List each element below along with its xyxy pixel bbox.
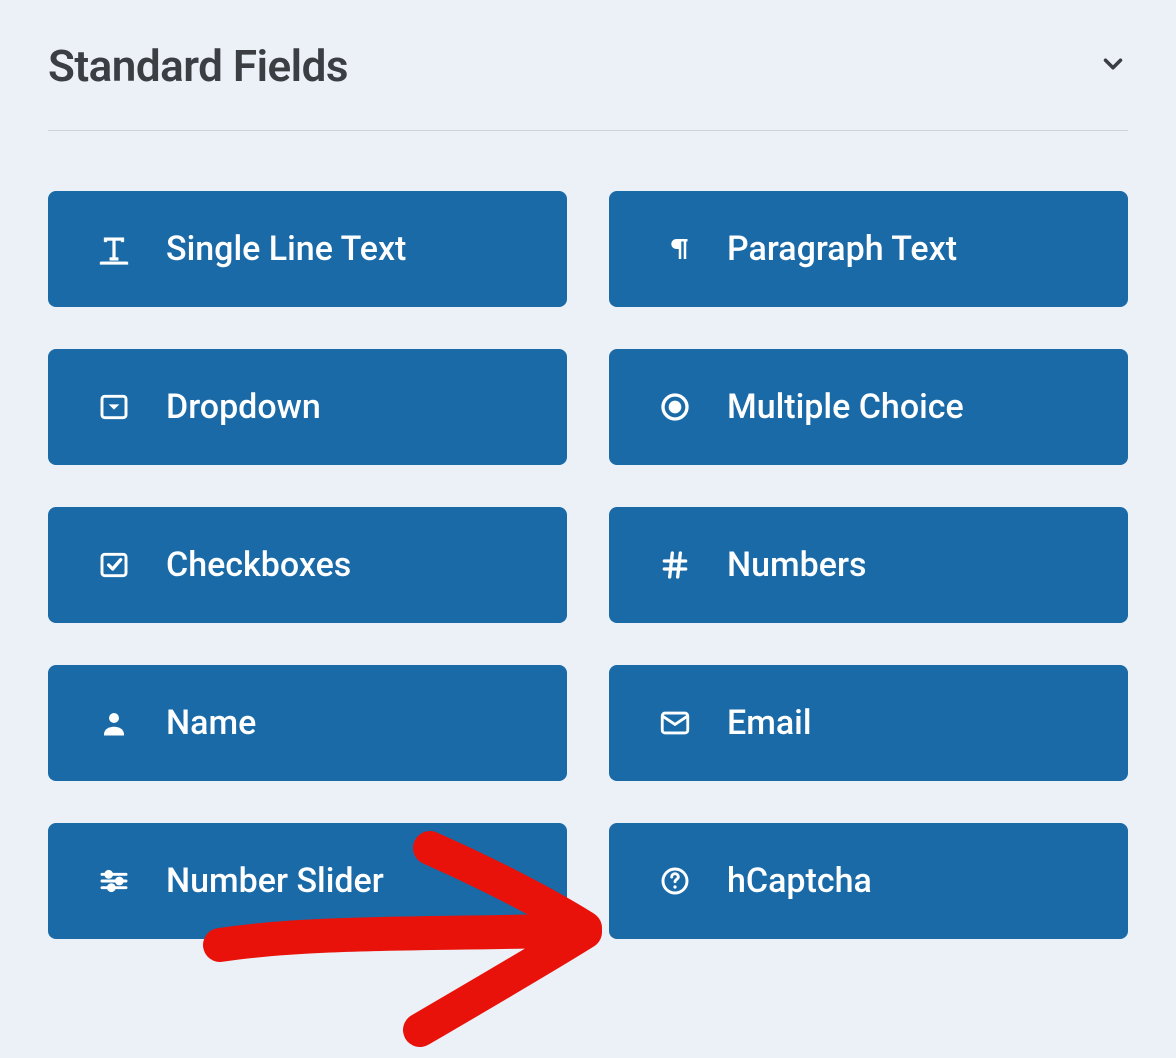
user-icon (96, 705, 132, 741)
field-email[interactable]: Email (609, 665, 1128, 781)
field-checkboxes[interactable]: Checkboxes (48, 507, 567, 623)
paragraph-icon (657, 231, 693, 267)
field-name[interactable]: Name (48, 665, 567, 781)
field-label: Checkboxes (166, 545, 351, 585)
section-header[interactable]: Standard Fields (48, 40, 1128, 131)
hash-icon (657, 547, 693, 583)
field-label: Dropdown (166, 387, 321, 427)
field-label: Single Line Text (166, 229, 406, 269)
field-number-slider[interactable]: Number Slider (48, 823, 567, 939)
dropdown-icon (96, 389, 132, 425)
text-icon (96, 231, 132, 267)
chevron-down-icon (1098, 49, 1128, 83)
field-label: Numbers (727, 545, 867, 585)
fields-grid: Single Line Text Paragraph Text Dropdown… (48, 191, 1128, 939)
field-label: Paragraph Text (727, 229, 957, 269)
section-title: Standard Fields (48, 40, 348, 92)
field-label: Multiple Choice (727, 387, 964, 427)
sliders-icon (96, 863, 132, 899)
radio-icon (657, 389, 693, 425)
field-multiple-choice[interactable]: Multiple Choice (609, 349, 1128, 465)
field-label: Name (166, 703, 256, 743)
field-single-line-text[interactable]: Single Line Text (48, 191, 567, 307)
field-paragraph-text[interactable]: Paragraph Text (609, 191, 1128, 307)
checkbox-icon (96, 547, 132, 583)
field-label: hCaptcha (727, 861, 872, 901)
field-numbers[interactable]: Numbers (609, 507, 1128, 623)
field-label: Email (727, 703, 812, 743)
envelope-icon (657, 705, 693, 741)
field-label: Number Slider (166, 861, 384, 901)
field-dropdown[interactable]: Dropdown (48, 349, 567, 465)
question-circle-icon (657, 863, 693, 899)
field-hcaptcha[interactable]: hCaptcha (609, 823, 1128, 939)
